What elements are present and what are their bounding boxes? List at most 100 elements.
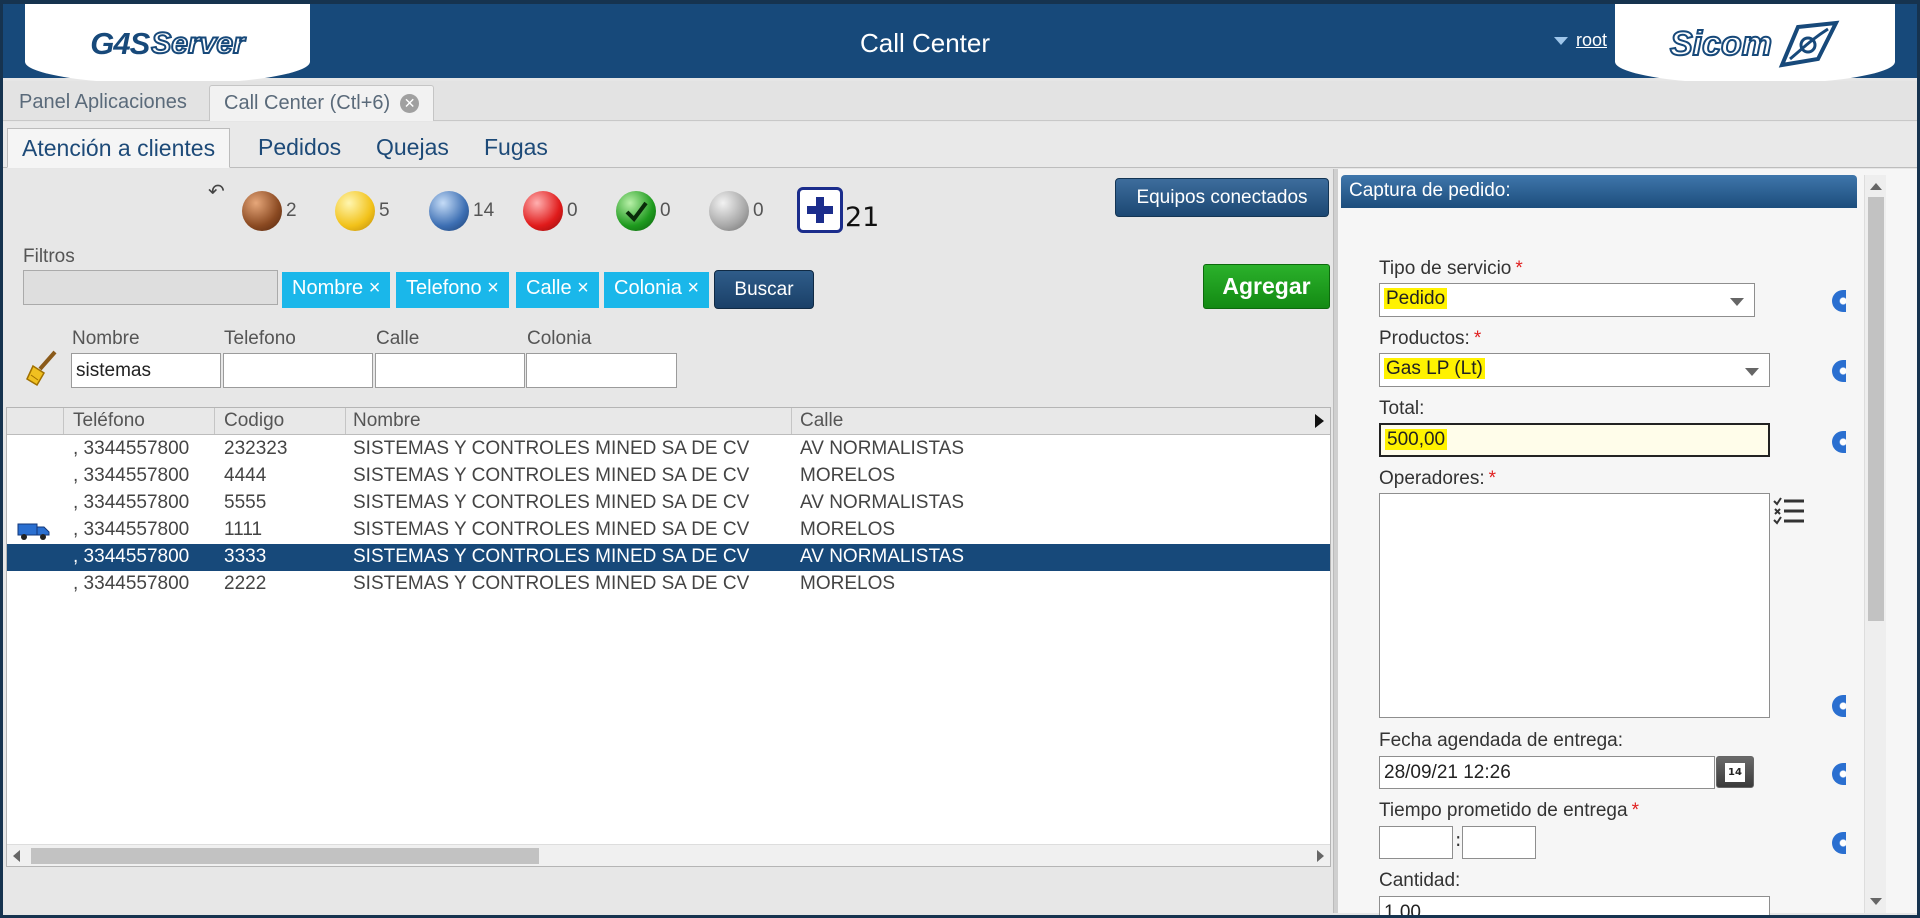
app-tab-bar: Panel Aplicaciones Call Center (Ctl+6) ✕ <box>3 81 1917 121</box>
cell-calle: MORELOS <box>800 465 896 486</box>
table-row[interactable]: , 3344557800 5555 SISTEMAS Y CONTROLES M… <box>7 490 1330 517</box>
tipo-servicio-select[interactable]: Pedido <box>1379 283 1755 317</box>
telefono-input[interactable] <box>223 353 373 388</box>
calle-input[interactable] <box>375 353 525 388</box>
table-row-selected[interactable]: , 3344557800 3333 SISTEMAS Y CONTROLES M… <box>7 544 1330 571</box>
calendar-icon[interactable]: 14 <box>1716 756 1754 788</box>
calle-label: Calle <box>376 328 420 349</box>
chevron-down-icon[interactable] <box>1745 368 1759 376</box>
tab-fugas[interactable]: Fugas <box>470 128 562 168</box>
filter-chip-telefono[interactable]: Telefono × <box>396 272 509 308</box>
equipos-conectados-button[interactable]: Equipos conectados <box>1115 178 1329 217</box>
total-input[interactable]: 500,00 <box>1379 423 1770 457</box>
nombre-input[interactable] <box>71 353 221 388</box>
status-count-green[interactable]: 0 <box>616 191 671 231</box>
cell-telefono: , 3344557800 <box>73 519 190 540</box>
user-menu[interactable]: root <box>1553 30 1607 51</box>
tab-pedidos[interactable]: Pedidos <box>244 128 355 168</box>
table-row[interactable]: , 3344557800 1111 SISTEMAS Y CONTROLES M… <box>7 517 1330 544</box>
agregar-button[interactable]: Agregar <box>1203 264 1330 309</box>
table-header: Teléfono Codigo Nombre Calle <box>7 408 1330 435</box>
tab-quejas[interactable]: Quejas <box>362 128 463 168</box>
tab-atencion-clientes[interactable]: Atención a clientes <box>7 128 231 168</box>
scroll-columns-right-icon[interactable] <box>1315 414 1324 428</box>
column-divider <box>345 408 346 434</box>
scroll-left-icon[interactable] <box>13 850 20 862</box>
cell-nombre: SISTEMAS Y CONTROLES MINED SA DE CV <box>353 438 750 459</box>
info-icon[interactable] <box>1832 763 1846 785</box>
cantidad-input[interactable] <box>1379 896 1770 915</box>
add-counter[interactable]: 21 <box>797 187 879 233</box>
cell-telefono: , 3344557800 <box>73 492 190 513</box>
column-header-telefono[interactable]: Teléfono <box>73 410 145 432</box>
vertical-scrollbar[interactable] <box>1864 175 1886 913</box>
user-link[interactable]: root <box>1576 30 1607 51</box>
filter-chip-colonia[interactable]: Colonia × <box>604 272 710 308</box>
filter-chip-calle[interactable]: Calle × <box>516 272 599 308</box>
operadores-label: Operadores: * <box>1379 468 1496 490</box>
productos-label: Productos: * <box>1379 328 1481 350</box>
sicom-leaf-icon <box>1778 20 1840 68</box>
status-count-red[interactable]: 0 <box>523 191 578 231</box>
cell-nombre: SISTEMAS Y CONTROLES MINED SA DE CV <box>353 465 750 486</box>
checklist-icon[interactable] <box>1772 495 1806 531</box>
tab-call-center[interactable]: Call Center (Ctl+6) ✕ <box>209 85 435 121</box>
info-icon[interactable] <box>1832 290 1846 312</box>
fecha-input[interactable] <box>1379 756 1715 789</box>
filter-chip-nombre[interactable]: Nombre × <box>282 272 391 308</box>
required-mark: * <box>1515 258 1523 279</box>
cell-nombre: SISTEMAS Y CONTROLES MINED SA DE CV <box>353 519 750 540</box>
tab-label: Panel Aplicaciones <box>19 91 187 113</box>
close-tab-icon[interactable]: ✕ <box>400 94 420 113</box>
info-icon[interactable] <box>1832 360 1846 382</box>
info-icon[interactable] <box>1832 431 1846 453</box>
colonia-input[interactable] <box>526 353 677 388</box>
total-label: Total: <box>1379 398 1425 419</box>
info-icon[interactable] <box>1832 695 1846 717</box>
cell-calle: AV NORMALISTAS <box>800 492 964 513</box>
scroll-right-icon[interactable] <box>1317 850 1324 862</box>
scroll-up-icon[interactable] <box>1870 183 1882 190</box>
status-count-gray[interactable]: 0 <box>709 191 764 231</box>
broom-icon[interactable] <box>25 349 61 387</box>
clients-panel: ↶ 2 5 14 0 0 0 21 Equipos conectados Fil… <box>3 169 1331 913</box>
table-row[interactable]: , 3344557800 2222 SISTEMAS Y CONTROLES M… <box>7 571 1330 598</box>
telefono-label: Telefono <box>224 328 296 349</box>
tab-panel-aplicaciones[interactable]: Panel Aplicaciones <box>5 85 201 121</box>
tiempo-horas-input[interactable] <box>1379 826 1453 859</box>
filter-input[interactable] <box>23 270 278 305</box>
scroll-down-icon[interactable] <box>1870 898 1882 905</box>
table-row[interactable]: , 3344557800 4444 SISTEMAS Y CONTROLES M… <box>7 463 1330 490</box>
section-tabs: Atención a clientes Pedidos Quejas Fugas <box>3 122 1917 168</box>
cell-telefono: , 3344557800 <box>73 465 190 486</box>
tab-label: Call Center (Ctl+6) <box>224 92 391 114</box>
column-header-codigo[interactable]: Codigo <box>224 410 284 432</box>
cell-calle: MORELOS <box>800 519 896 540</box>
status-count: 0 <box>660 200 671 221</box>
info-icon[interactable] <box>1832 832 1846 854</box>
sicom-logo: Sicom <box>1615 4 1895 84</box>
status-count-brown[interactable]: 2 <box>242 191 297 231</box>
horizontal-scrollbar[interactable] <box>7 844 1330 866</box>
caret-down-icon[interactable] <box>1553 36 1568 45</box>
status-count-blue[interactable]: 14 <box>429 191 494 231</box>
column-header-nombre[interactable]: Nombre <box>353 410 421 432</box>
refresh-icon[interactable]: ↶ <box>208 179 225 203</box>
cell-nombre: SISTEMAS Y CONTROLES MINED SA DE CV <box>353 492 750 513</box>
cantidad-label: Cantidad: <box>1379 870 1461 891</box>
column-header-calle[interactable]: Calle <box>800 410 843 432</box>
scrollbar-thumb[interactable] <box>1868 197 1884 621</box>
operadores-list[interactable] <box>1379 493 1770 718</box>
status-count-yellow[interactable]: 5 <box>335 191 390 231</box>
tiempo-minutos-input[interactable] <box>1462 826 1536 859</box>
brown-status-icon <box>242 191 282 231</box>
colonia-label: Colonia <box>527 328 592 349</box>
chevron-down-icon[interactable] <box>1730 298 1744 306</box>
scrollbar-thumb[interactable] <box>31 848 539 864</box>
buscar-button[interactable]: Buscar <box>714 270 814 309</box>
table-row[interactable]: , 3344557800 232323 SISTEMAS Y CONTROLES… <box>7 436 1330 463</box>
productos-select[interactable]: Gas LP (Lt) <box>1379 353 1770 387</box>
cell-codigo: 5555 <box>224 492 267 513</box>
plus-icon[interactable] <box>797 187 843 233</box>
yellow-status-icon <box>335 191 375 231</box>
